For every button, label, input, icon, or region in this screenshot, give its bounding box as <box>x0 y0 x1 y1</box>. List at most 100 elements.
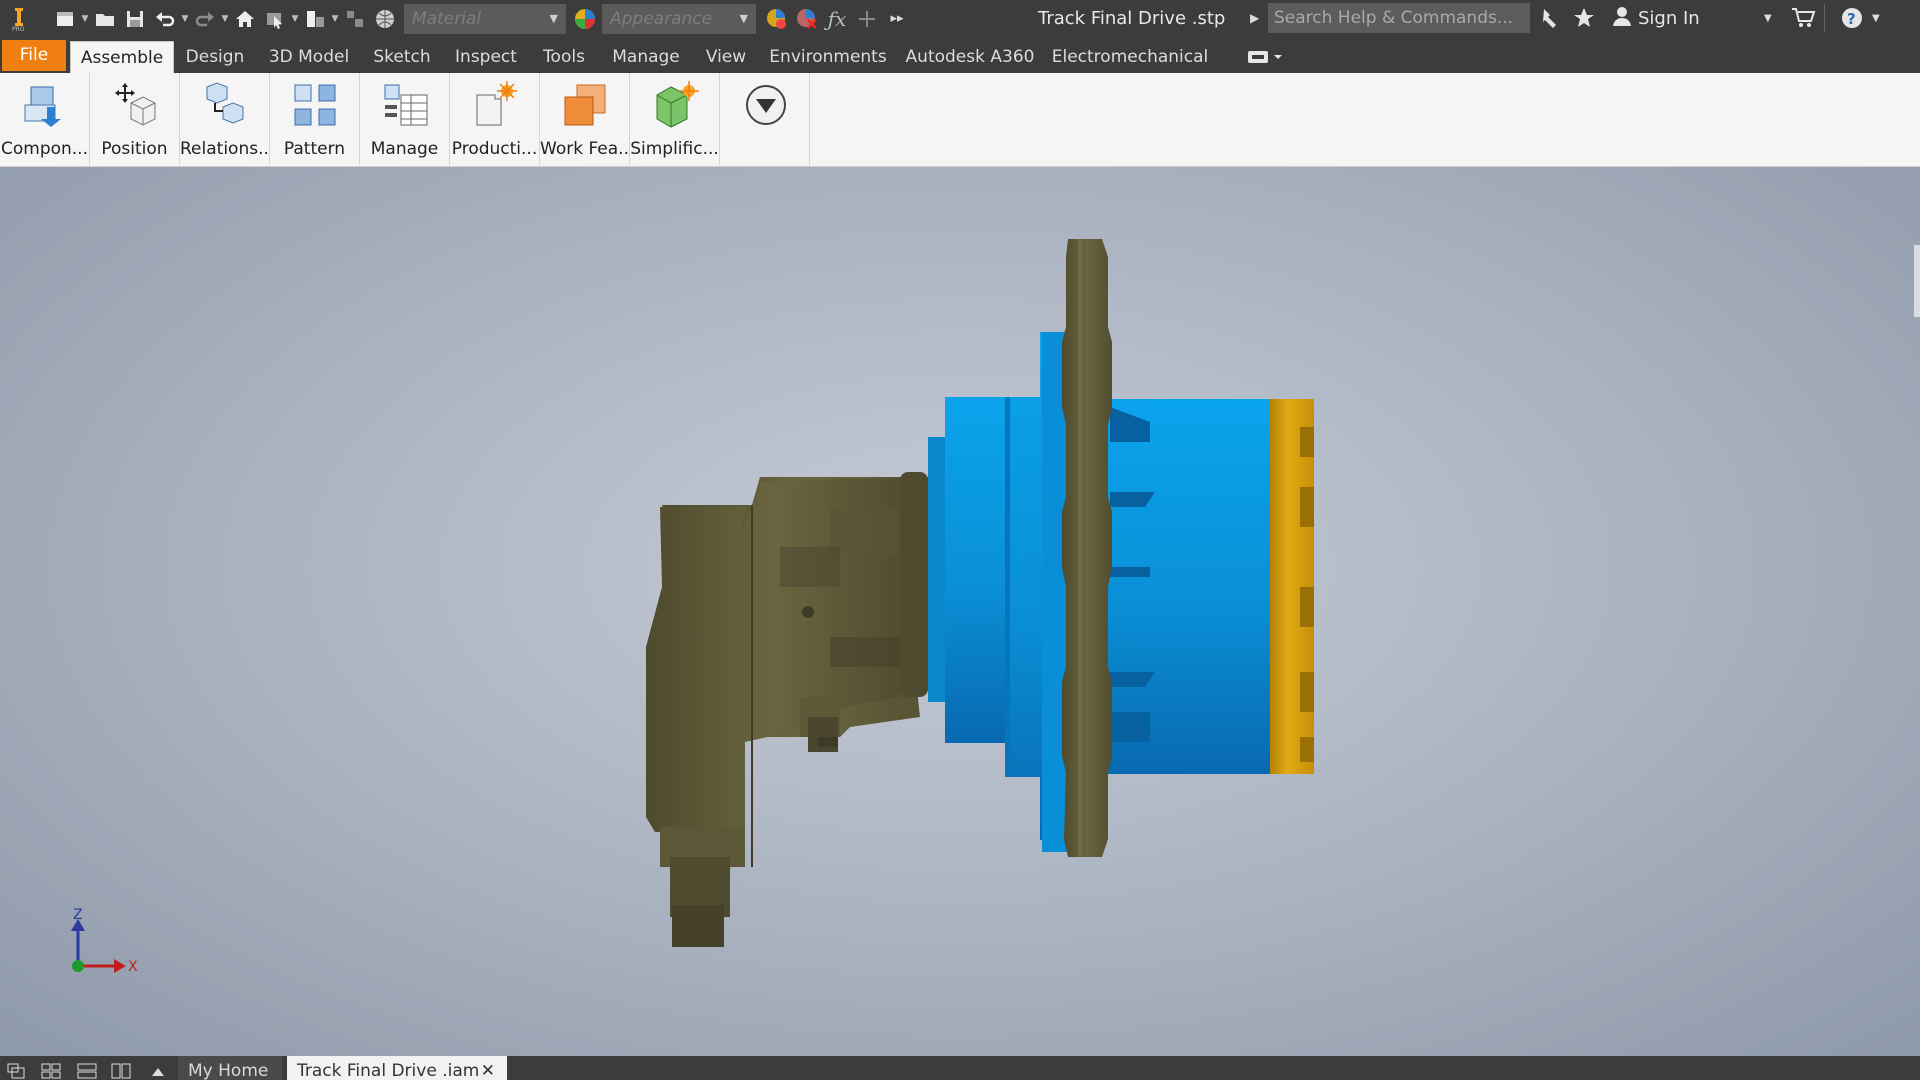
productivity-panel-label: Producti... <box>451 139 538 159</box>
work-plane-icon <box>564 84 605 126</box>
toolbar-divider <box>1824 4 1825 32</box>
relationships-panel-label: Relations... <box>180 139 269 159</box>
tile-windows-icon[interactable] <box>40 1060 62 1080</box>
tab-track-final-drive[interactable]: Track Final Drive .iam ✕ <box>287 1056 507 1080</box>
tab-design[interactable]: Design <box>178 41 252 73</box>
tile-vertical-icon[interactable] <box>110 1060 132 1080</box>
select-icon[interactable] <box>262 6 288 32</box>
tab-electromechanical[interactable]: Electromechanical <box>1050 41 1210 73</box>
simplify-icon <box>656 81 699 128</box>
hydraulic-motor[interactable] <box>646 472 948 947</box>
appearance-combo[interactable]: Appearance ▼ <box>602 3 756 34</box>
close-tab-icon[interactable]: ✕ <box>481 1056 495 1080</box>
help-icon[interactable]: ? <box>1840 6 1864 34</box>
position-panel-button[interactable]: Position <box>90 73 180 165</box>
redo-icon[interactable] <box>192 6 218 32</box>
manage-panel-label: Manage <box>370 139 439 159</box>
redo-dropdown-icon[interactable]: ▼ <box>220 6 230 32</box>
tab-autodesk-a360[interactable]: Autodesk A360 <box>902 41 1038 73</box>
x-axis-label: X <box>128 959 138 975</box>
new-file-dropdown-icon[interactable]: ▼ <box>80 6 90 32</box>
productivity-icon <box>476 81 517 126</box>
update-dropdown-icon[interactable]: ▼ <box>330 6 340 32</box>
sign-in-button[interactable]: Sign In <box>1612 0 1700 37</box>
pattern-panel-button[interactable]: Pattern <box>270 73 360 165</box>
relationships-constraint-icon <box>206 82 243 124</box>
tab-manage[interactable]: Manage <box>606 41 686 73</box>
work-features-panel-label: Work Fea... <box>540 139 629 159</box>
sign-in-label: Sign In <box>1638 8 1700 29</box>
home-icon[interactable] <box>232 6 258 32</box>
ribbon-display-toggle-icon[interactable] <box>1246 46 1286 70</box>
material-combo[interactable]: Material ▼ <box>404 3 566 34</box>
tab-view[interactable]: View <box>698 41 754 73</box>
tab-environments[interactable]: Environments <box>766 41 890 73</box>
simplification-panel-label: Simplific... <box>630 139 719 159</box>
svg-text:PRO: PRO <box>12 26 25 32</box>
productivity-panel-button[interactable]: Producti... <box>450 73 540 165</box>
help-dropdown-icon[interactable]: ▼ <box>1872 0 1880 37</box>
ribbon-tab-bar: File Assemble Design 3D Model Sketch Ins… <box>0 37 1920 74</box>
position-panel-label: Position <box>101 139 168 159</box>
cascade-windows-icon[interactable] <box>6 1060 28 1080</box>
sign-in-dropdown-icon[interactable]: ▼ <box>1764 0 1772 37</box>
manage-panel-button[interactable]: Manage <box>360 73 450 165</box>
user-icon <box>1612 5 1632 32</box>
tab-inspect[interactable]: Inspect <box>450 41 522 73</box>
search-help-input[interactable]: Search Help & Commands... <box>1268 3 1530 33</box>
undo-icon[interactable] <box>152 6 178 32</box>
ribbon-panel: Compon... Position Relations... Pattern … <box>0 73 1920 167</box>
measure-icon[interactable] <box>342 6 368 32</box>
viewport-scroll-handle[interactable] <box>1914 245 1920 317</box>
bill-of-materials-icon <box>384 84 427 126</box>
end-cap[interactable] <box>1270 399 1314 774</box>
title-arrow-icon[interactable]: ▶ <box>1250 0 1259 37</box>
inventor-logo-icon[interactable]: PRO <box>6 6 32 32</box>
sprocket[interactable] <box>1062 239 1112 857</box>
new-file-icon[interactable] <box>52 6 78 32</box>
chevron-down-icon: ▼ <box>549 12 558 25</box>
appearance-combo-text: Appearance <box>610 8 713 29</box>
tab-assemble[interactable]: Assemble <box>70 41 174 74</box>
tab-3d-model[interactable]: 3D Model <box>264 41 354 73</box>
web-globe-icon[interactable] <box>372 6 398 32</box>
ribbon-expand-button[interactable] <box>720 73 810 165</box>
shopping-cart-icon[interactable] <box>1790 6 1816 34</box>
place-component-icon <box>24 86 61 127</box>
assembly-model[interactable] <box>0 167 1920 1056</box>
update-icon[interactable] <box>302 6 328 32</box>
document-menu-arrow-icon[interactable] <box>150 1060 172 1080</box>
tab-my-home[interactable]: My Home <box>178 1056 282 1080</box>
tab-track-final-drive-label: Track Final Drive .iam <box>297 1061 480 1080</box>
material-combo-text: Material <box>412 8 482 29</box>
z-axis-label: Z <box>73 907 83 923</box>
tab-sketch[interactable]: Sketch <box>366 41 438 73</box>
undo-dropdown-icon[interactable]: ▼ <box>180 6 190 32</box>
document-title: Track Final Drive .stp <box>1038 8 1226 29</box>
work-features-panel-button[interactable]: Work Fea... <box>540 73 630 165</box>
favorites-star-icon[interactable] <box>1572 5 1596 35</box>
tile-horizontal-icon[interactable] <box>76 1060 98 1080</box>
pattern-icon <box>294 84 335 126</box>
relationships-panel-button[interactable]: Relations... <box>180 73 270 165</box>
simplification-panel-button[interactable]: Simplific... <box>630 73 720 165</box>
select-dropdown-icon[interactable]: ▼ <box>290 6 300 32</box>
adjust-appearance-icon[interactable] <box>764 6 790 32</box>
component-panel-button[interactable]: Compon... <box>0 73 90 165</box>
tab-tools[interactable]: Tools <box>534 41 594 73</box>
component-panel-label: Compon... <box>0 139 88 159</box>
parameters-fx-icon[interactable]: ƒx <box>824 6 850 32</box>
clear-appearance-icon[interactable] <box>794 6 820 32</box>
tab-file[interactable]: File <box>2 40 66 71</box>
add-icon[interactable] <box>854 6 880 32</box>
save-icon[interactable] <box>122 6 148 32</box>
appearance-sphere-icon[interactable] <box>572 6 598 32</box>
svg-text:?: ? <box>1847 10 1856 28</box>
quick-access-toolbar: PRO ▼ ▼ ▼ ▼ ▼ Material ▼ Appearance ▼ ƒx… <box>0 0 1920 37</box>
view-triad: Z X <box>60 907 140 987</box>
overflow-chevrons-icon[interactable]: ▸▸ <box>884 6 910 32</box>
graphics-viewport[interactable]: Z X <box>0 167 1920 1056</box>
origin-icon <box>72 960 84 972</box>
open-file-icon[interactable] <box>92 6 118 32</box>
binoculars-icon[interactable] <box>1540 5 1562 35</box>
